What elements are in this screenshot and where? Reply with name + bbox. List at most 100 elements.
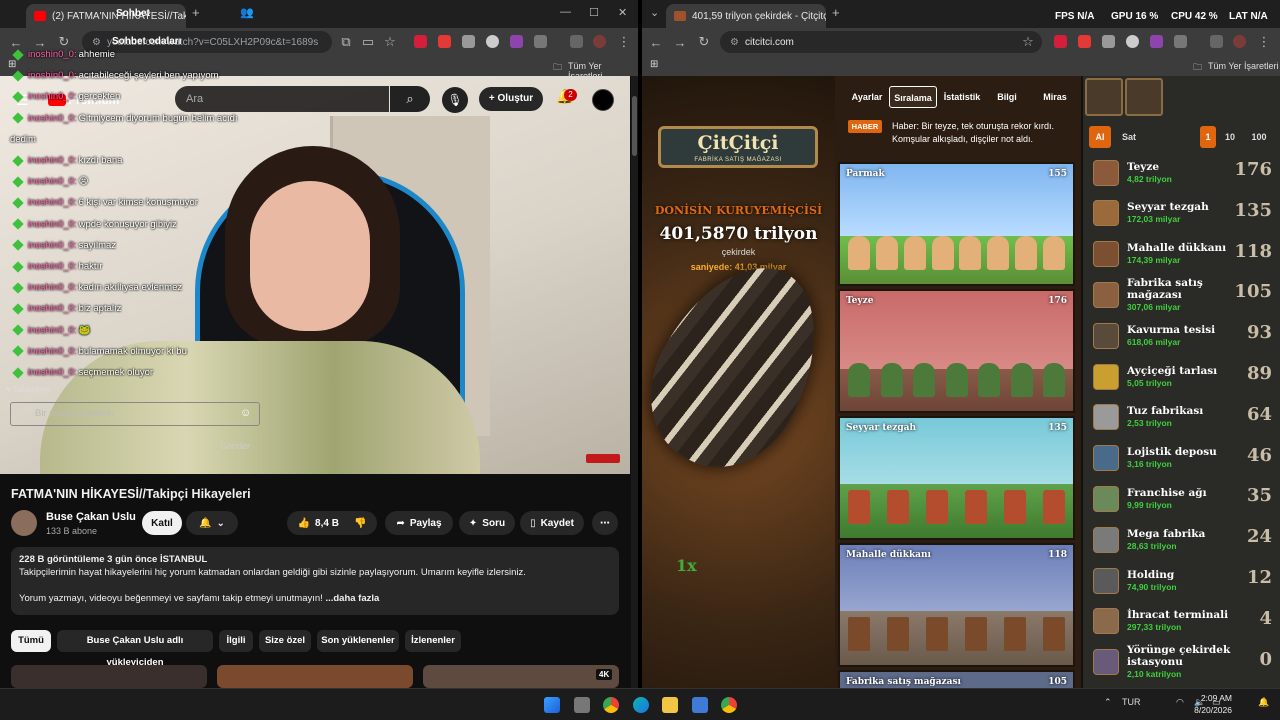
forward-icon[interactable]: → (668, 35, 692, 50)
like-dislike-button[interactable]: 👍 8,4 B 👎 (287, 511, 377, 535)
chat-username[interactable]: inoshin0_0: (28, 86, 77, 107)
store-item[interactable]: Yörünge çekirdek istasyonu 2,10 katrilyon… (1085, 642, 1280, 683)
tab-info[interactable]: Bilgi (989, 86, 1025, 108)
file-explorer-icon[interactable] (662, 697, 678, 713)
profile-avatar-icon[interactable] (593, 35, 606, 48)
menu-kebab-icon[interactable]: ⋮ (612, 34, 636, 50)
chat-username[interactable]: inoshin0_0: (28, 65, 77, 86)
maximize-icon[interactable]: ☐ (589, 6, 599, 19)
tab-search-icon[interactable]: ⌄ (650, 6, 659, 19)
edge-icon[interactable] (633, 697, 649, 713)
page-scrollbar-thumb[interactable] (632, 96, 637, 156)
tray-chevron-icon[interactable]: ⌃ (1104, 697, 1112, 708)
amount-10-button[interactable]: 10 (1219, 126, 1241, 148)
create-button[interactable]: + Oluştur (479, 87, 543, 111)
recommended-thumbnail[interactable] (217, 665, 413, 688)
chrome-profile-icon[interactable] (721, 697, 737, 713)
tab-legacy[interactable]: Miras (1033, 86, 1077, 108)
media-icon[interactable] (1210, 35, 1223, 48)
extension-icon[interactable] (510, 35, 523, 48)
tab-citcitci[interactable]: 401,59 trilyon çekirdek - Çitçitçi × (666, 4, 826, 28)
thumbs-down-icon[interactable]: 👎 (354, 518, 366, 529)
extension-icon[interactable] (414, 35, 427, 48)
chat-username[interactable]: inoshin0_0: (28, 171, 77, 192)
store-item[interactable]: Franchise ağı 9,99 trilyon 35 (1085, 478, 1280, 519)
ask-button[interactable]: ✦ Soru (459, 511, 515, 535)
subscribed-bell-button[interactable]: 🔔 ⌄ (186, 511, 238, 535)
chat-send-button[interactable]: Gönder (220, 441, 250, 451)
store-item[interactable]: İhracat terminali 297,33 trilyon 4 (1085, 601, 1280, 642)
voice-search-button[interactable]: 🎙 (442, 87, 468, 113)
store-item[interactable]: Holding 74,90 trilyon 12 (1085, 560, 1280, 601)
extension-icon[interactable] (486, 35, 499, 48)
extension-icon[interactable] (438, 35, 451, 48)
extension-icon[interactable] (1078, 35, 1091, 48)
chat-username[interactable]: inoshin0_0: (28, 362, 77, 383)
menu-kebab-icon[interactable]: ⋮ (1252, 34, 1276, 50)
chip-recently-uploaded[interactable]: Son yüklenenler (317, 630, 399, 652)
start-menu-icon[interactable] (544, 697, 560, 713)
star-icon[interactable]: ☆ (1016, 34, 1040, 50)
store-item[interactable]: Fabrika satış mağazası 307,06 milyar 105 (1085, 274, 1280, 315)
store-item[interactable]: Kavurma tesisi 618,06 milyar 93 (1085, 315, 1280, 356)
extension-icon[interactable] (1102, 35, 1115, 48)
cast-icon[interactable]: ▭ (356, 34, 380, 50)
back-icon[interactable]: ← (644, 35, 668, 50)
chip-all[interactable]: Tümü (11, 630, 51, 652)
reload-icon[interactable]: ↻ (692, 34, 716, 50)
show-more-link[interactable]: ...daha fazla (325, 593, 379, 604)
close-window-icon[interactable]: ✕ (618, 6, 627, 19)
new-tab-icon[interactable]: + (832, 5, 840, 20)
system-clock[interactable]: 2:09 AM 8/20/2026 (1194, 692, 1232, 716)
save-button[interactable]: ▯ Kaydet (520, 511, 584, 535)
chat-username[interactable]: inoshin0_0: (28, 108, 77, 129)
profile-avatar-icon[interactable] (1233, 35, 1246, 48)
store-item[interactable]: Lojistik deposu 3,16 trilyon 46 (1085, 438, 1280, 479)
store-item[interactable]: Seyyar tezgah 172,03 milyar 135 (1085, 193, 1280, 234)
bakery-name[interactable]: DONİSİN KURUYEMİŞCİSİ (642, 204, 835, 217)
tab-youtube[interactable]: (2) FATMA'NIN HİKAYESİ//Takip × (26, 4, 186, 28)
store-app-icon[interactable] (692, 697, 708, 713)
site-info-icon[interactable]: ⚙ (730, 37, 739, 48)
extension-icon[interactable] (1150, 35, 1163, 48)
upgrade-slot[interactable] (1085, 78, 1123, 116)
emoji-icon[interactable]: ☺ (240, 407, 251, 419)
sell-mode-button[interactable]: Sat (1115, 126, 1143, 148)
minimize-icon[interactable]: — (560, 6, 571, 18)
recommended-thumbnail[interactable] (423, 665, 619, 688)
channel-name[interactable]: Buse Çakan Uslu (46, 511, 136, 523)
chat-username[interactable]: inoshin0_0: (28, 44, 77, 65)
tab-settings[interactable]: Ayarlar (847, 86, 887, 108)
chip-watched[interactable]: İzlenenler (405, 630, 461, 652)
media-icon[interactable] (570, 35, 583, 48)
star-icon[interactable]: ☆ (378, 34, 402, 50)
search-button[interactable]: ⌕ (390, 86, 430, 112)
chat-username[interactable]: inoshin0_0: (28, 256, 77, 277)
chat-username[interactable]: inoshin0_0: (28, 214, 77, 235)
channel-avatar[interactable] (11, 510, 37, 536)
apps-icon[interactable]: ⊞ (650, 59, 658, 70)
chip-related[interactable]: İlgili (219, 630, 253, 652)
more-actions-button[interactable]: ⋯ (592, 511, 618, 535)
page-scrollbar[interactable] (631, 76, 638, 688)
chip-for-you[interactable]: Size özel (259, 630, 311, 652)
chip-from-uploader[interactable]: Buse Çakan Uslu adlı yükleyiciden (57, 630, 213, 668)
share-button[interactable]: ➦ Paylaş (385, 511, 453, 535)
chat-username[interactable]: inoshin0_0: (28, 277, 77, 298)
store-item[interactable]: Tuz fabrikası 2,53 trilyon 64 (1085, 397, 1280, 438)
description-box[interactable]: 228 B görüntüleme 3 gün önce İSTANBUL Ta… (11, 547, 619, 615)
address-bar[interactable]: ⚙ citcitci.com (720, 31, 1042, 53)
wifi-icon[interactable]: ◠ (1176, 697, 1184, 708)
extensions-puzzle-icon[interactable] (534, 35, 547, 48)
notification-center-icon[interactable]: 🔔 (1258, 697, 1269, 708)
chat-username[interactable]: inoshin0_0: (28, 192, 77, 213)
amount-1-button[interactable]: 1 (1200, 126, 1216, 148)
task-view-icon[interactable] (574, 697, 590, 713)
buy-mode-button[interactable]: Al (1089, 126, 1111, 148)
join-button[interactable]: Katıl (142, 511, 182, 535)
big-sunflower-seed[interactable] (642, 239, 835, 493)
chat-input[interactable]: Bir mesaj gönderin (10, 402, 260, 426)
chat-username[interactable]: inoshin0_0: (28, 298, 77, 319)
chat-username[interactable]: inoshin0_0: (28, 341, 77, 362)
install-icon[interactable]: ⧉ (334, 34, 358, 50)
